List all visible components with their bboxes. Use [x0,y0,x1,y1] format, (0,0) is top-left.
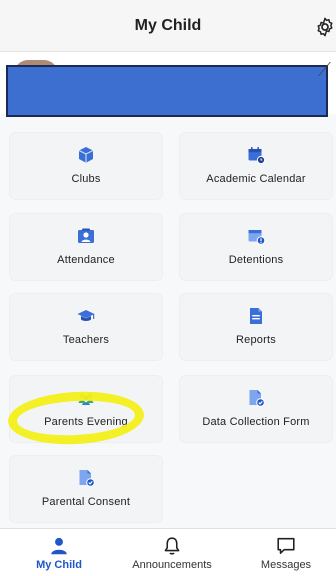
nav-my-child[interactable]: My Child [20,529,98,576]
tile-academic-calendar[interactable]: Academic Calendar [180,133,332,199]
parents-group-icon [78,393,94,405]
nav-label: Messages [260,559,312,571]
tile-label: Detentions [228,254,284,266]
form-check-icon [249,390,265,407]
tile-parents-evening[interactable]: Parents Evening [10,376,162,442]
bell-icon [164,537,180,555]
attendance-icon [78,228,94,243]
tile-parental-consent[interactable]: Parental Consent [10,456,162,522]
consent-check-icon [79,470,95,487]
tile-data-collection-form[interactable]: Data Collection Form [180,376,332,442]
nav-announcements[interactable]: Announcements [122,529,222,576]
chat-icon [277,537,295,554]
header-bar: My Child [0,0,336,52]
tile-reports[interactable]: Reports [180,294,332,360]
bottom-nav: My Child Announcements Messages [0,528,336,576]
person-icon [51,537,67,555]
box-icon [78,147,94,163]
redacted-child-name [6,65,328,117]
tile-label: Data Collection Form [202,416,310,428]
tile-clubs[interactable]: Clubs [10,133,162,199]
report-icon [250,308,262,324]
tile-teachers[interactable]: Teachers [10,294,162,360]
detentions-icon [248,230,266,245]
tile-detentions[interactable]: Detentions [180,214,332,280]
page-title: My Child [134,17,202,34]
tile-label: Parents Evening [44,416,128,428]
nav-messages[interactable]: Messages [250,529,322,576]
tile-label: Teachers [62,334,110,346]
tile-label: Clubs [71,173,101,185]
tile-label: Parental Consent [41,496,131,508]
tile-attendance[interactable]: Attendance [10,214,162,280]
tile-label: Academic Calendar [206,173,306,185]
tile-label: Attendance [57,254,115,266]
app-screen: My Child Clubs Academic Calendar Attenda… [0,0,336,576]
calendar-icon [248,147,266,165]
nav-label: Announcements [132,559,212,571]
nav-label: My Child [36,559,82,571]
tile-label: Reports [236,334,276,346]
graduation-cap-icon [77,310,95,321]
gear-icon[interactable] [314,16,336,38]
